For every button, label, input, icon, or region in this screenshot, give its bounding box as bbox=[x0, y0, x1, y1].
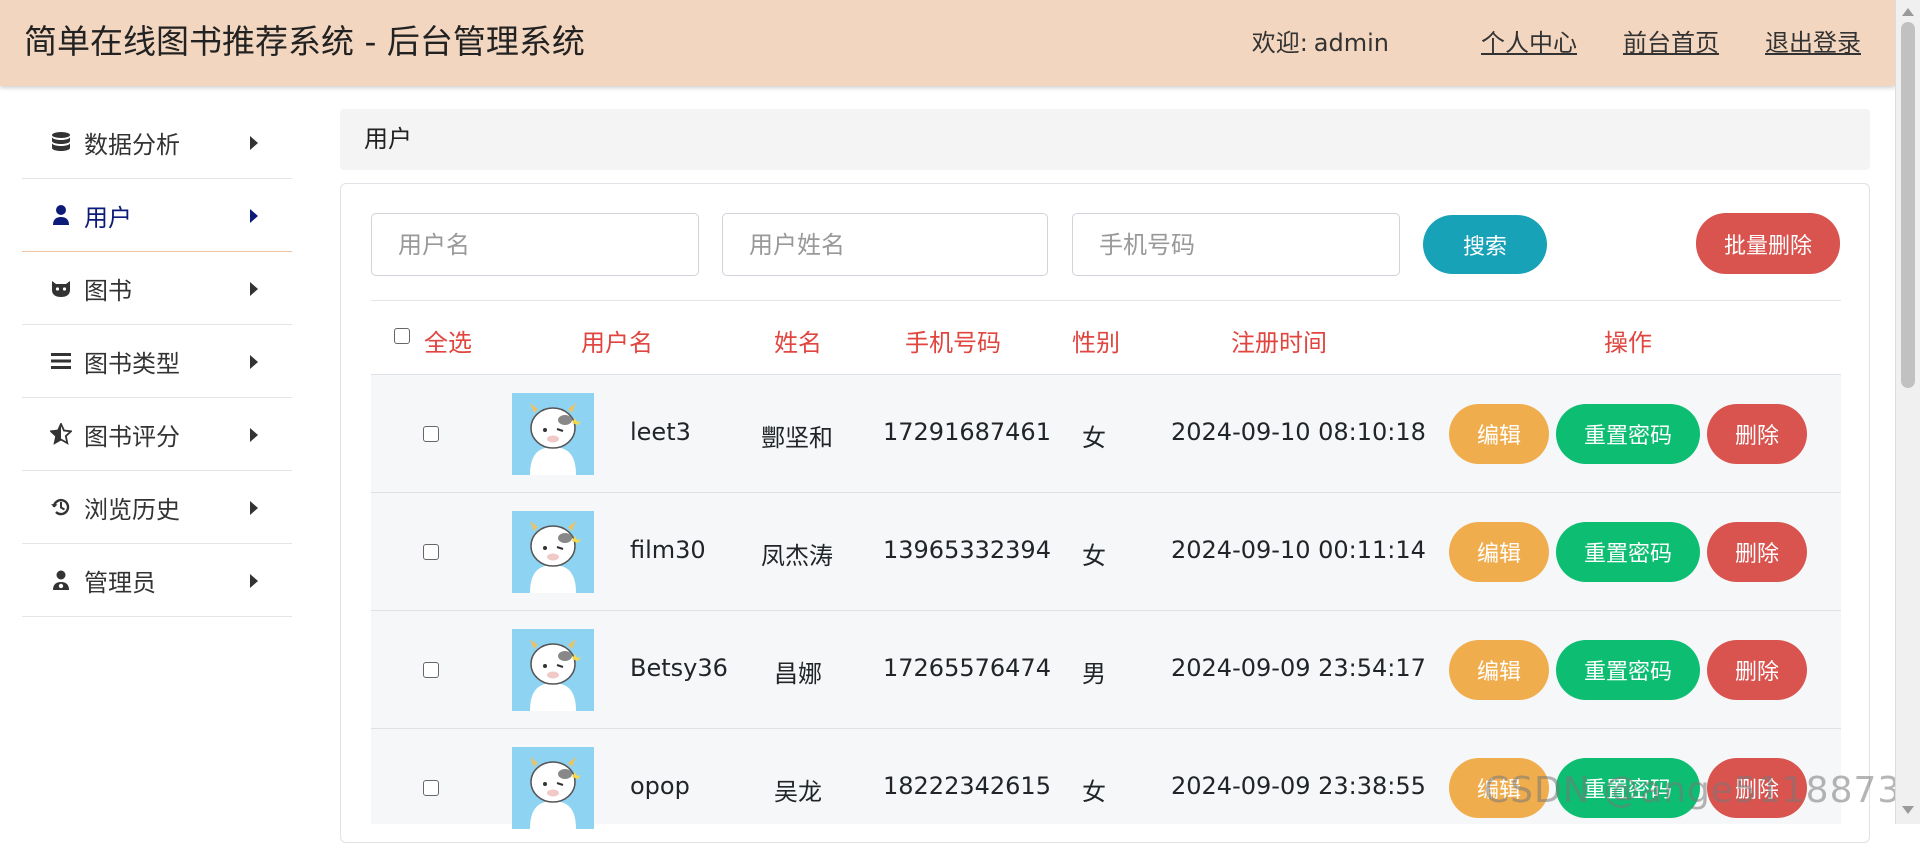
cell-username: Betsy36 bbox=[630, 654, 728, 682]
welcome-text: 欢迎: admin bbox=[1252, 26, 1389, 60]
scroll-down-icon[interactable] bbox=[1902, 806, 1914, 814]
cell-registered: 2024-09-10 08:10:18 bbox=[1171, 418, 1426, 446]
row-checkbox[interactable] bbox=[423, 544, 439, 560]
database-icon bbox=[50, 131, 72, 153]
cell-registered: 2024-09-09 23:54:17 bbox=[1171, 654, 1426, 682]
caret-right-icon bbox=[250, 501, 258, 515]
welcome-username: admin bbox=[1313, 29, 1389, 57]
sidebar-item-label: 数据分析 bbox=[84, 130, 180, 159]
profile-link[interactable]: 个人中心 bbox=[1481, 26, 1577, 60]
cell-username: film30 bbox=[630, 536, 706, 564]
cell-phone: 17291687461 bbox=[883, 418, 1051, 446]
header-actions: 操作 bbox=[1604, 329, 1652, 357]
welcome-label: 欢迎: bbox=[1251, 29, 1308, 57]
delete-button[interactable]: 删除 bbox=[1707, 522, 1807, 582]
user-icon bbox=[50, 204, 72, 226]
vertical-scrollbar[interactable] bbox=[1895, 0, 1920, 824]
row-checkbox[interactable] bbox=[423, 662, 439, 678]
row-checkbox[interactable] bbox=[423, 780, 439, 796]
cell-name: 凤杰涛 bbox=[761, 542, 833, 570]
sidebar-item-book-ratings[interactable]: 图书评分 bbox=[22, 398, 292, 471]
history-icon bbox=[50, 496, 72, 518]
sidebar-item-label: 图书 bbox=[84, 276, 132, 305]
search-button[interactable]: 搜索 bbox=[1423, 215, 1547, 274]
star-half-icon bbox=[50, 423, 72, 445]
cell-phone: 18222342615 bbox=[883, 772, 1051, 800]
caret-right-icon bbox=[250, 428, 258, 442]
reset-password-button[interactable]: 重置密码 bbox=[1556, 404, 1700, 464]
header-registered: 注册时间 bbox=[1231, 329, 1327, 357]
frontend-home-link[interactable]: 前台首页 bbox=[1623, 26, 1719, 60]
scroll-up-icon[interactable] bbox=[1902, 8, 1914, 16]
header-phone: 手机号码 bbox=[905, 329, 1001, 357]
delete-button[interactable]: 删除 bbox=[1707, 640, 1807, 700]
sidebar-item-browse-history[interactable]: 浏览历史 bbox=[22, 471, 292, 544]
cell-username: leet3 bbox=[630, 418, 691, 446]
sidebar-item-label: 用户 bbox=[84, 203, 132, 232]
username-search-input[interactable] bbox=[371, 213, 699, 276]
github-cat-icon bbox=[50, 277, 72, 299]
cell-phone: 17265576474 bbox=[883, 654, 1051, 682]
admin-user-icon bbox=[50, 569, 72, 591]
sidebar-item-label: 浏览历史 bbox=[84, 495, 180, 524]
sidebar-item-data-analysis[interactable]: 数据分析 bbox=[22, 106, 292, 179]
scroll-thumb[interactable] bbox=[1901, 22, 1915, 388]
bulk-delete-button[interactable]: 批量删除 bbox=[1696, 213, 1840, 274]
edit-button[interactable]: 编辑 bbox=[1449, 522, 1549, 582]
header-gender: 性别 bbox=[1072, 329, 1120, 357]
table-header: 全选 用户名 姓名 手机号码 性别 注册时间 操作 bbox=[371, 301, 1841, 374]
reset-password-button[interactable]: 重置密码 bbox=[1556, 522, 1700, 582]
top-nav: 欢迎: admin 个人中心 前台首页 退出登录 bbox=[1252, 26, 1861, 60]
header-name: 姓名 bbox=[774, 329, 822, 357]
logout-link[interactable]: 退出登录 bbox=[1765, 26, 1861, 60]
sidebar-item-book-types[interactable]: 图书类型 bbox=[22, 325, 292, 398]
reset-password-button[interactable]: 重置密码 bbox=[1556, 640, 1700, 700]
sidebar: 数据分析 用户 图书 图书类型 图书评分 浏览历史 管理员 bbox=[22, 106, 292, 617]
cell-gender: 女 bbox=[1082, 542, 1106, 570]
header-select-all: 全选 bbox=[424, 329, 472, 357]
cell-username: opop bbox=[630, 772, 690, 800]
user-avatar bbox=[512, 393, 594, 475]
sidebar-item-label: 图书类型 bbox=[84, 349, 180, 378]
caret-right-icon bbox=[250, 209, 258, 223]
sidebar-item-users[interactable]: 用户 bbox=[22, 179, 292, 252]
caret-right-icon bbox=[250, 355, 258, 369]
cell-name: 吴龙 bbox=[774, 778, 822, 806]
watermark: CSDN @ange5118873822 bbox=[1484, 770, 1920, 811]
cell-gender: 女 bbox=[1082, 424, 1106, 452]
cell-gender: 男 bbox=[1082, 660, 1106, 688]
edit-button[interactable]: 编辑 bbox=[1449, 640, 1549, 700]
user-avatar bbox=[512, 747, 594, 829]
cell-phone: 13965332394 bbox=[883, 536, 1051, 564]
delete-button[interactable]: 删除 bbox=[1707, 404, 1807, 464]
header-username: 用户名 bbox=[581, 329, 653, 357]
cell-gender: 女 bbox=[1082, 778, 1106, 806]
sidebar-item-label: 图书评分 bbox=[84, 422, 180, 451]
table-row: leet3 酆坚和 17291687461 女 2024-09-10 08:10… bbox=[371, 374, 1841, 492]
top-header: 简单在线图书推荐系统 - 后台管理系统 欢迎: admin 个人中心 前台首页 退… bbox=[0, 0, 1895, 86]
row-checkbox[interactable] bbox=[423, 426, 439, 442]
table-row: film30 凤杰涛 13965332394 女 2024-09-10 00:1… bbox=[371, 492, 1841, 610]
user-avatar bbox=[512, 511, 594, 593]
caret-right-icon bbox=[250, 136, 258, 150]
cell-name: 酆坚和 bbox=[761, 424, 833, 452]
phone-search-input[interactable] bbox=[1072, 213, 1400, 276]
caret-right-icon bbox=[250, 282, 258, 296]
caret-right-icon bbox=[250, 574, 258, 588]
edit-button[interactable]: 编辑 bbox=[1449, 404, 1549, 464]
breadcrumb: 用户 bbox=[340, 109, 1870, 170]
name-search-input[interactable] bbox=[722, 213, 1048, 276]
cell-registered: 2024-09-10 00:11:14 bbox=[1171, 536, 1426, 564]
list-icon bbox=[50, 350, 72, 372]
sidebar-item-label: 管理员 bbox=[84, 568, 156, 597]
user-avatar bbox=[512, 629, 594, 711]
cell-registered: 2024-09-09 23:38:55 bbox=[1171, 772, 1426, 800]
sidebar-item-admins[interactable]: 管理员 bbox=[22, 544, 292, 617]
select-all-checkbox[interactable] bbox=[394, 328, 410, 344]
table-row: Betsy36 昌娜 17265576474 男 2024-09-09 23:5… bbox=[371, 610, 1841, 728]
sidebar-item-books[interactable]: 图书 bbox=[22, 252, 292, 325]
app-title: 简单在线图书推荐系统 - 后台管理系统 bbox=[24, 22, 585, 61]
cell-name: 昌娜 bbox=[774, 660, 822, 688]
